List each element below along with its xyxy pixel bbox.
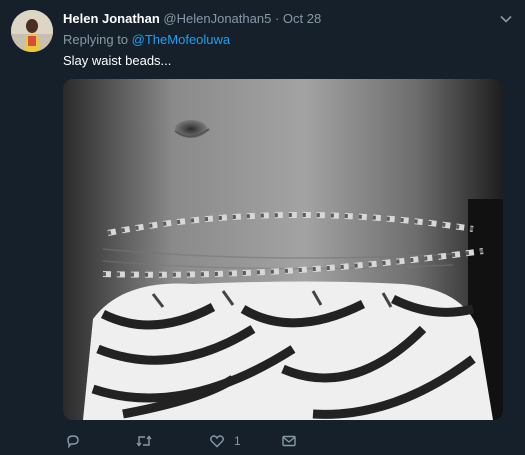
replying-to: Replying to @TheMofeoluwa bbox=[63, 32, 230, 48]
envelope-icon bbox=[282, 435, 296, 447]
reply-icon bbox=[67, 435, 79, 449]
reply-button[interactable] bbox=[65, 432, 81, 450]
separator: · bbox=[274, 11, 280, 26]
like-count: 1 bbox=[234, 434, 241, 448]
chevron-down-icon[interactable] bbox=[499, 12, 513, 26]
tweet-header: Helen Jonathan @HelenJonathan5 · Oct 28 bbox=[63, 11, 321, 27]
retweet-button[interactable] bbox=[135, 432, 153, 450]
avatar[interactable] bbox=[11, 10, 53, 52]
like-button[interactable]: 1 bbox=[209, 432, 241, 450]
tweet[interactable]: Helen Jonathan @HelenJonathan5 · Oct 28 … bbox=[0, 0, 525, 455]
replying-to-label: Replying to bbox=[63, 32, 129, 47]
author-handle[interactable]: @HelenJonathan5 bbox=[163, 11, 271, 26]
reply-mention-link[interactable]: @TheMofeoluwa bbox=[132, 32, 230, 47]
heart-icon bbox=[210, 435, 224, 448]
direct-message-button[interactable] bbox=[281, 432, 297, 450]
tweet-actions: 1 bbox=[63, 432, 363, 450]
tweet-photo[interactable] bbox=[63, 79, 503, 420]
tweet-text: Slay waist beads... bbox=[63, 53, 172, 68]
tweet-date[interactable]: Oct 28 bbox=[283, 11, 321, 26]
retweet-icon bbox=[136, 435, 152, 447]
author-name[interactable]: Helen Jonathan bbox=[63, 11, 160, 26]
